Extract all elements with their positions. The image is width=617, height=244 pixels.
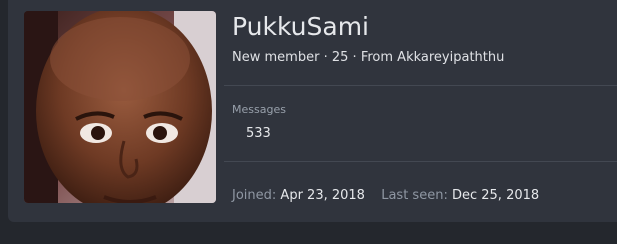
joined-label: Joined: (232, 188, 277, 203)
user-avatar-photo (24, 11, 216, 203)
avatar[interactable] (24, 11, 216, 203)
divider (224, 85, 617, 86)
member-role: New member (232, 50, 320, 65)
joined-date: Apr 23, 2018 (280, 188, 365, 203)
divider (224, 161, 617, 162)
separator-dot: · (352, 50, 357, 65)
username[interactable]: PukkuSami (232, 11, 369, 43)
messages-count[interactable]: 533 (246, 125, 271, 143)
location-prefix: From (360, 50, 394, 65)
member-blurb: New member · 25 · From Akkareyipaththu (232, 49, 504, 67)
member-age: 25 (331, 50, 349, 65)
last-seen-date: Dec 25, 2018 (451, 188, 540, 203)
messages-label: Messages (232, 103, 286, 116)
separator-dot: · (323, 50, 328, 65)
member-dates: Joined: Apr 23, 2018 Last seen: Dec 25, … (232, 187, 539, 205)
member-location[interactable]: Akkareyipaththu (397, 50, 504, 65)
last-seen-label: Last seen: (381, 188, 448, 203)
